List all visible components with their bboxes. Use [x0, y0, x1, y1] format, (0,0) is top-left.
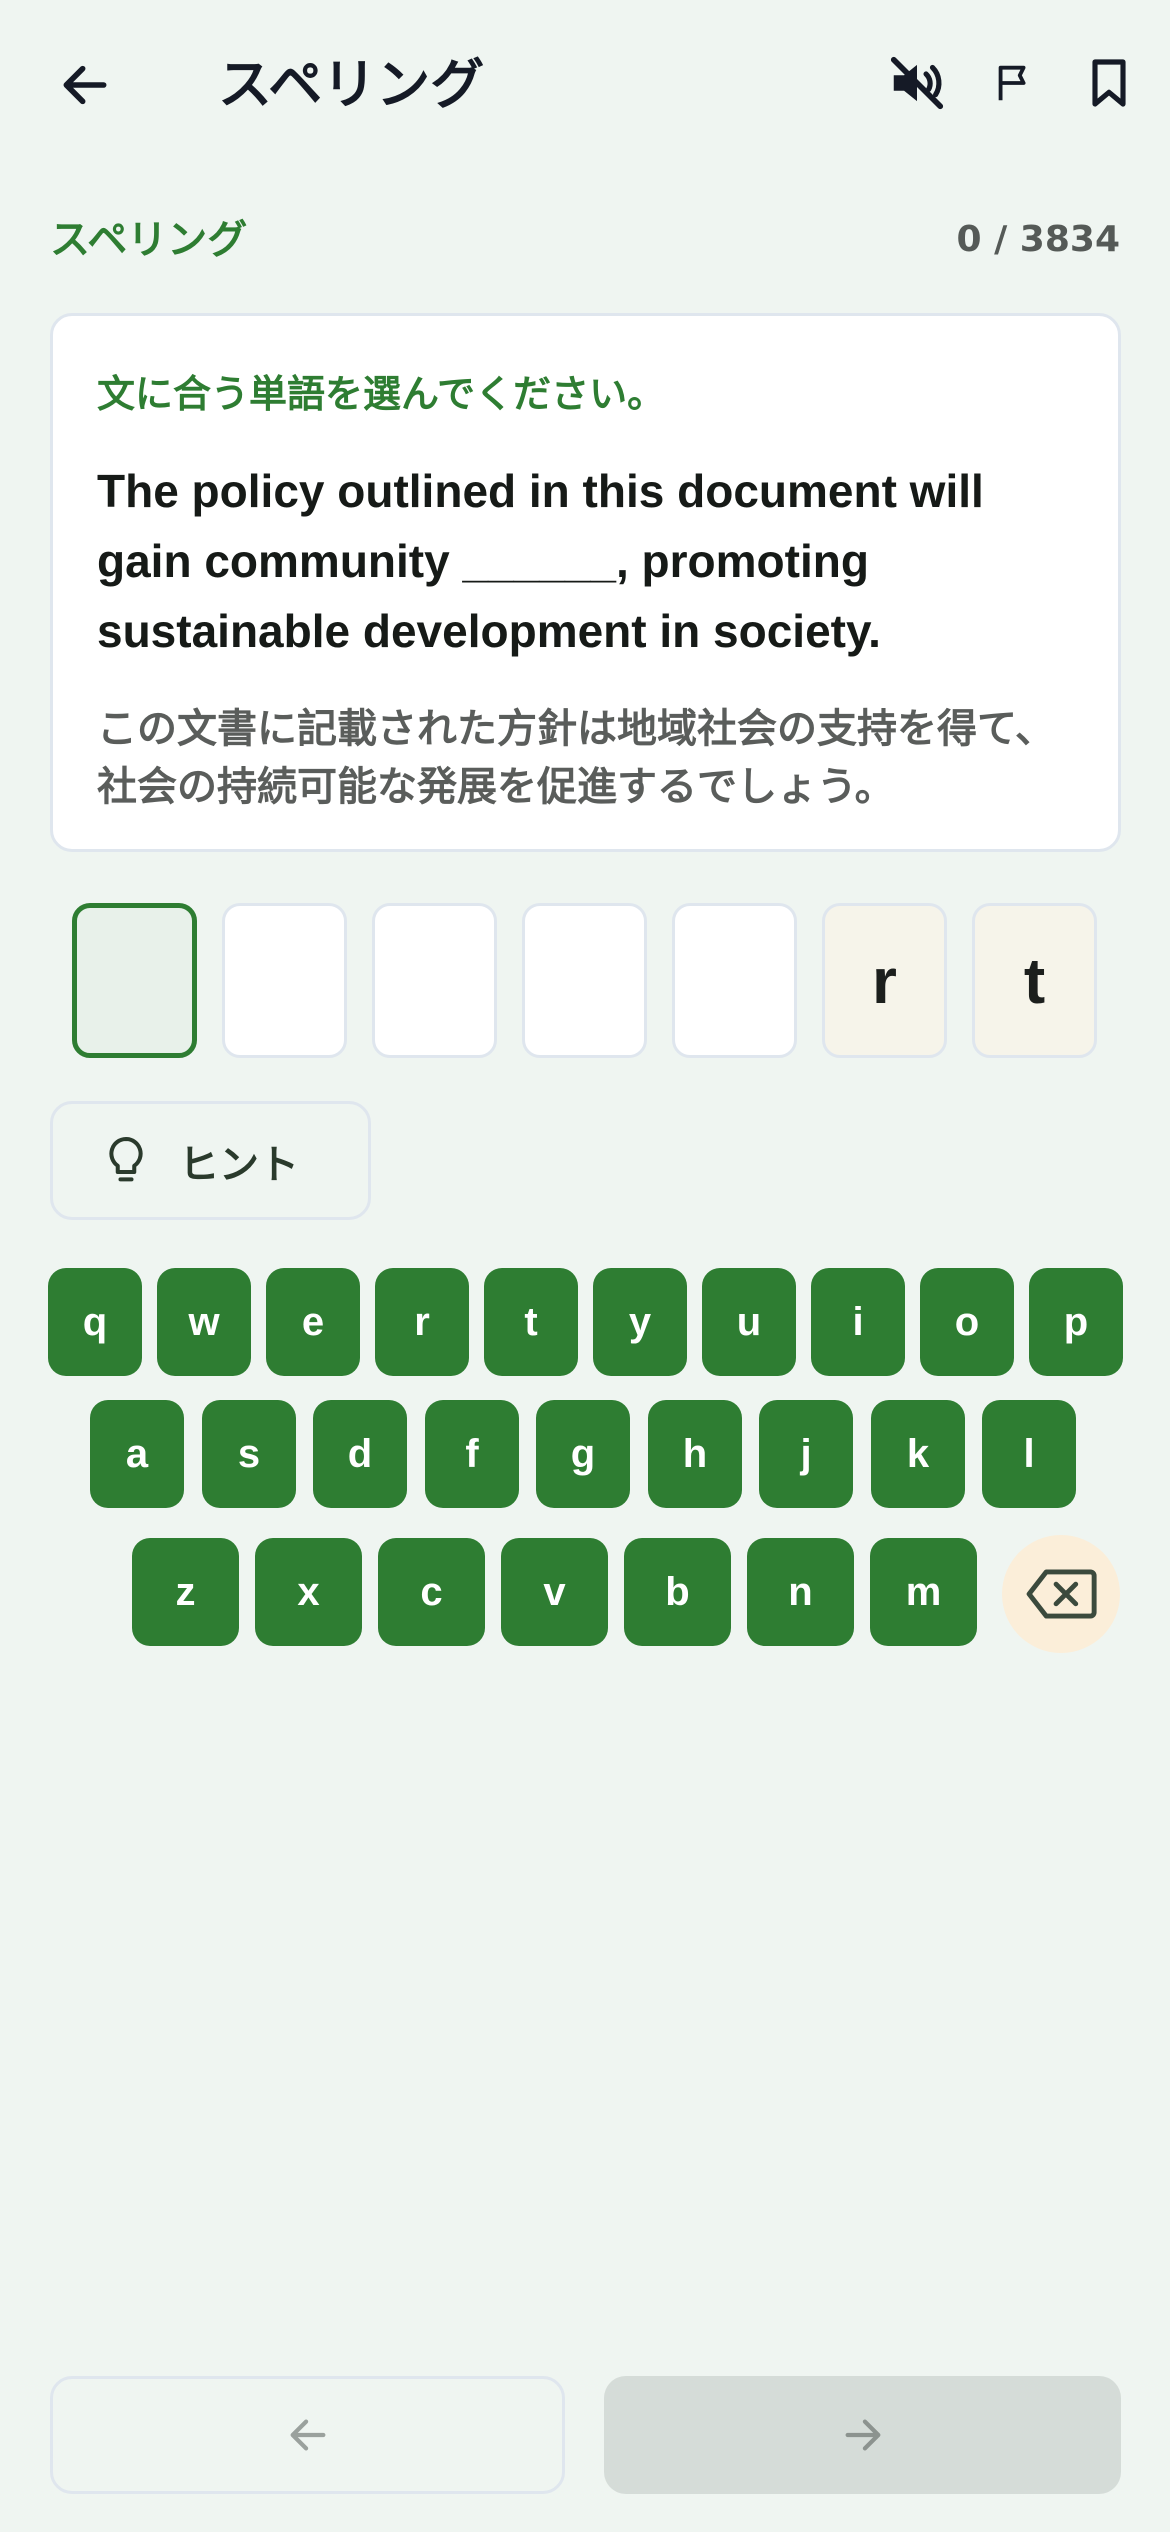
top-app-bar: スペリング [0, 0, 1170, 170]
key-p[interactable]: p [1029, 1268, 1123, 1376]
bookmark-button[interactable] [1074, 48, 1144, 118]
key-n[interactable]: n [747, 1538, 854, 1646]
question-sentence: The policy outlined in this document wil… [97, 465, 984, 657]
key-j[interactable]: j [759, 1400, 853, 1508]
key-a[interactable]: a [90, 1400, 184, 1508]
key-r[interactable]: r [375, 1268, 469, 1376]
key-f[interactable]: f [425, 1400, 519, 1508]
key-c[interactable]: c [378, 1538, 485, 1646]
backspace-icon [1026, 1569, 1097, 1619]
key-y[interactable]: y [593, 1268, 687, 1376]
key-h[interactable]: h [648, 1400, 742, 1508]
lightbulb-icon [101, 1131, 151, 1191]
key-u[interactable]: u [702, 1268, 796, 1376]
answer-letter-boxes: r t [72, 903, 1102, 1058]
volume-off-icon [890, 56, 944, 110]
key-e[interactable]: e [266, 1268, 360, 1376]
sentence-translation: この文書に記載された方針は地域社会の支持を得て、社会の持続可能な発展を促進するで… [97, 706, 1055, 810]
letter-box[interactable] [372, 903, 497, 1058]
report-button[interactable] [979, 48, 1049, 118]
key-t[interactable]: t [484, 1268, 578, 1376]
key-l[interactable]: l [982, 1400, 1076, 1508]
letter-box[interactable] [222, 903, 347, 1058]
key-v[interactable]: v [501, 1538, 608, 1646]
arrow-left-icon [63, 65, 107, 105]
letter-box-given: r [822, 903, 947, 1058]
previous-button[interactable] [50, 2376, 565, 2494]
instruction-text: 文に合う単語を選んでください。 [97, 372, 666, 416]
page-title: スペリング [218, 53, 485, 116]
letter-box[interactable] [522, 903, 647, 1058]
hint-label: ヒント [179, 1141, 299, 1188]
key-k[interactable]: k [871, 1400, 965, 1508]
hint-button[interactable]: ヒント [50, 1101, 371, 1220]
section-label: スペリング [50, 217, 248, 263]
key-d[interactable]: d [313, 1400, 407, 1508]
key-z[interactable]: z [132, 1538, 239, 1646]
next-button[interactable] [604, 2376, 1121, 2494]
letter-box-given: t [972, 903, 1097, 1058]
flag-icon [998, 65, 1026, 101]
key-s[interactable]: s [202, 1400, 296, 1508]
back-button[interactable] [50, 50, 120, 120]
arrow-left-icon [290, 2419, 325, 2451]
mute-button[interactable] [882, 48, 952, 118]
key-w[interactable]: w [157, 1268, 251, 1376]
question-card: 文に合う単語を選んでください。 The policy outlined in t… [50, 313, 1121, 852]
key-g[interactable]: g [536, 1400, 630, 1508]
progress-counter: 0 / 3834 [956, 219, 1120, 260]
letter-box[interactable] [72, 903, 197, 1058]
arrow-right-icon [845, 2419, 880, 2451]
key-i[interactable]: i [811, 1268, 905, 1376]
key-x[interactable]: x [255, 1538, 362, 1646]
key-b[interactable]: b [624, 1538, 731, 1646]
bookmark-icon [1092, 59, 1126, 107]
key-o[interactable]: o [920, 1268, 1014, 1376]
key-m[interactable]: m [870, 1538, 977, 1646]
key-q[interactable]: q [48, 1268, 142, 1376]
letter-box[interactable] [672, 903, 797, 1058]
backspace-button[interactable] [1002, 1535, 1120, 1653]
